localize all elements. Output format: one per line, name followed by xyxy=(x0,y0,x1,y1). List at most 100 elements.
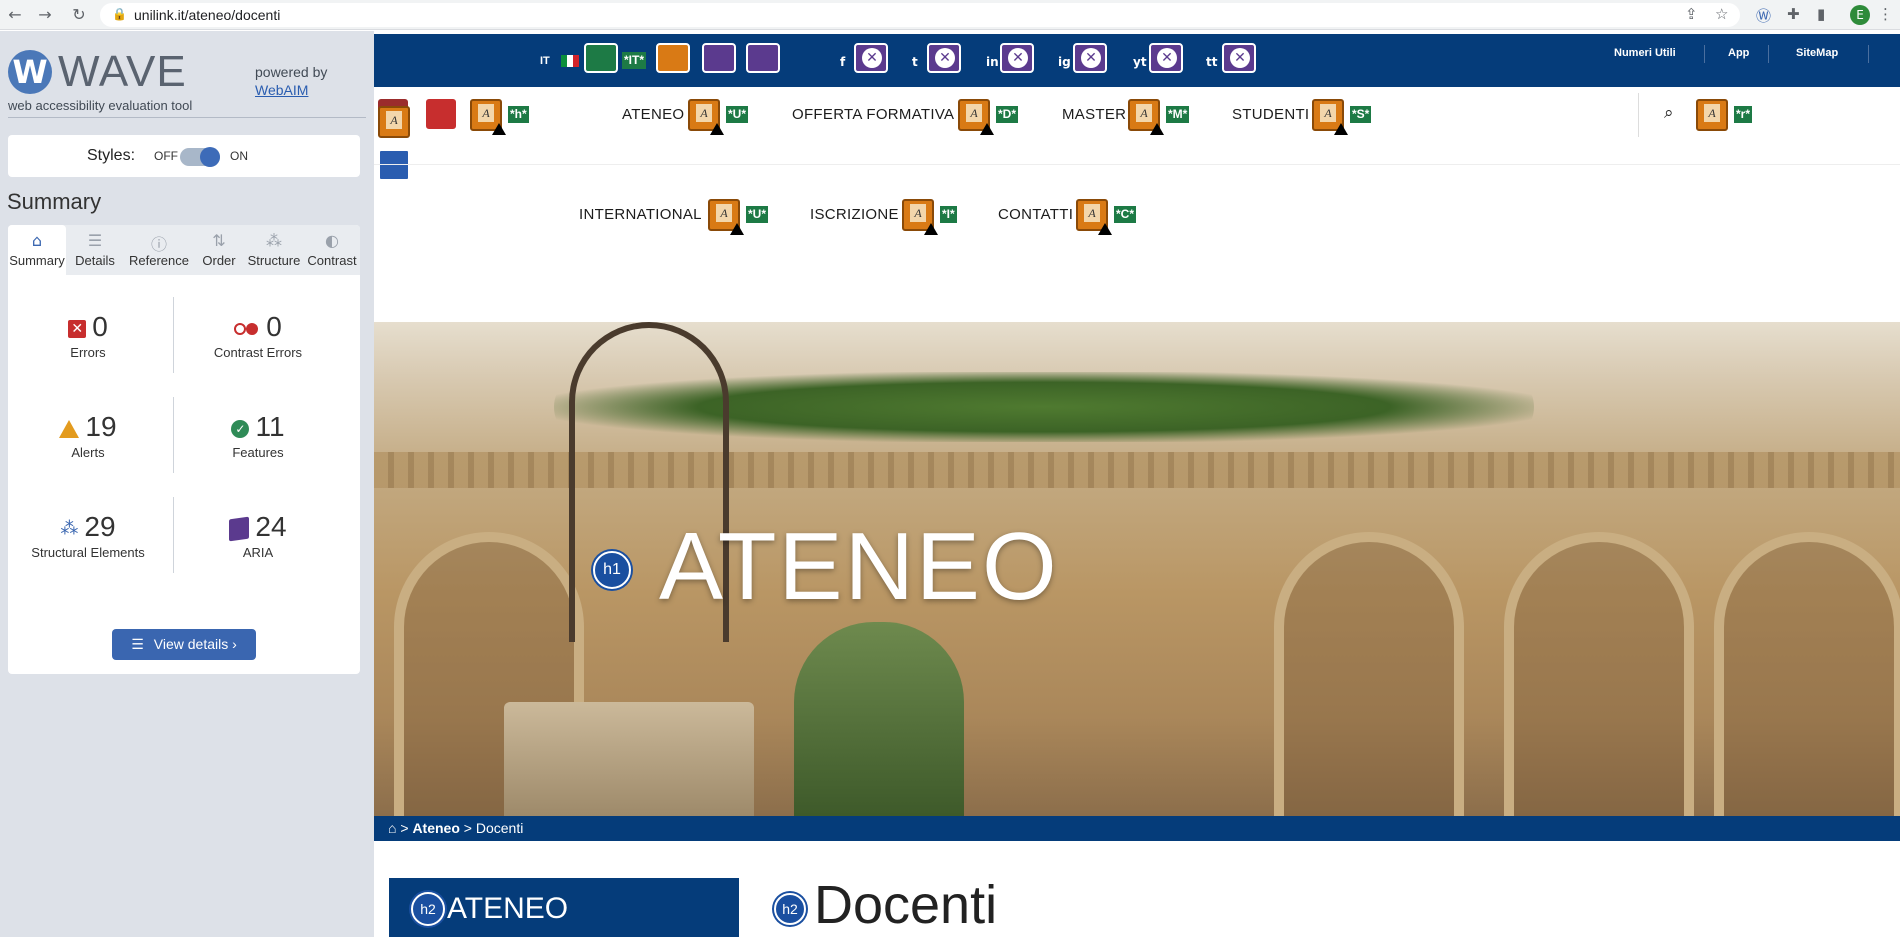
nav-offerta-formativa[interactable]: OFFERTA FORMATIVA xyxy=(792,106,954,123)
nav-contatti[interactable]: CONTATTI xyxy=(998,206,1073,223)
app-link[interactable]: App xyxy=(1728,47,1749,59)
tab-reference[interactable]: ⓘ Reference xyxy=(124,225,194,275)
breadcrumb-docenti: Docenti xyxy=(475,820,524,836)
stat-contrast-errors[interactable]: 0 Contrast Errors xyxy=(178,311,338,360)
wave-aria-icon[interactable]: ✕ xyxy=(1149,43,1183,73)
divider xyxy=(173,297,174,373)
contrast-errors-label: Contrast Errors xyxy=(213,345,303,360)
warning-icon xyxy=(730,223,744,235)
nav-master[interactable]: MASTER xyxy=(1062,106,1126,123)
close-icon: ✕ xyxy=(1081,48,1101,68)
home-icon[interactable]: ⌂ xyxy=(388,820,396,836)
instagram-icon[interactable]: ig xyxy=(1058,55,1071,69)
hero-garden xyxy=(794,622,964,816)
errors-count: 0 xyxy=(92,311,108,342)
wave-alert-icon[interactable]: A xyxy=(902,199,938,235)
stat-errors[interactable]: ✕ 0 Errors xyxy=(8,311,168,360)
wave-aria-icon[interactable]: ✕ xyxy=(1222,43,1256,73)
youtube-icon[interactable]: yt xyxy=(1133,55,1147,69)
reload-icon[interactable]: ↻ xyxy=(68,4,90,26)
linkedin-icon[interactable]: in xyxy=(986,55,999,69)
wave-alert-icon[interactable]: A xyxy=(1076,199,1112,235)
nav-tag: *I* xyxy=(940,206,957,223)
bookmark-star-icon[interactable]: ☆ xyxy=(1715,5,1728,23)
wave-alert-icon[interactable] xyxy=(656,43,690,73)
address-bar[interactable]: 🔒 unilink.it/ateneo/docenti xyxy=(100,3,1740,27)
wave-aria-icon[interactable]: ✕ xyxy=(854,43,888,73)
structural-label: Structural Elements xyxy=(31,545,145,560)
tiktok-icon[interactable]: tt xyxy=(1206,55,1217,69)
nav-studenti[interactable]: STUDENTI xyxy=(1232,106,1309,123)
alert-a-glyph: A xyxy=(1084,204,1100,222)
view-details-button[interactable]: ☰ View details › xyxy=(112,629,256,660)
forward-icon[interactable]: → xyxy=(34,4,56,26)
twitter-icon[interactable]: t xyxy=(912,55,918,69)
warning-icon xyxy=(492,123,506,135)
wave-alert-icon[interactable]: A xyxy=(1312,99,1348,135)
back-icon[interactable]: ← xyxy=(4,4,26,26)
alert-a-glyph: A xyxy=(1136,104,1152,122)
wave-alert-icon[interactable]: A xyxy=(688,99,724,135)
search-icon[interactable]: ⌕ xyxy=(1664,103,1674,123)
styles-toggle-switch[interactable] xyxy=(180,147,220,167)
webaim-link[interactable]: WebAIM xyxy=(255,82,308,98)
wave-aria-icon[interactable]: ✕ xyxy=(927,43,961,73)
wave-alert-icon[interactable]: A xyxy=(1696,99,1728,131)
nav-tag: *C* xyxy=(1114,206,1137,223)
italy-flag-icon[interactable] xyxy=(561,55,579,67)
wave-alert-icon[interactable]: A xyxy=(708,199,744,235)
wave-alert-icon[interactable]: A xyxy=(1128,99,1164,135)
wave-image-feature-icon[interactable] xyxy=(584,43,618,73)
hero-arch xyxy=(1274,532,1464,816)
wave-structure-icon[interactable] xyxy=(378,149,410,181)
wave-aria-icon[interactable] xyxy=(746,43,780,73)
alert-a-glyph: A xyxy=(910,204,926,222)
h2-badge[interactable]: h2 xyxy=(774,893,806,925)
stat-features[interactable]: ✓ 11 Features xyxy=(178,411,338,460)
wave-aria-icon[interactable] xyxy=(702,43,736,73)
wave-aria-icon[interactable]: ✕ xyxy=(1000,43,1034,73)
tab-details[interactable]: ☰ Details xyxy=(66,225,124,275)
h1-badge[interactable]: h1 xyxy=(593,551,631,589)
tab-summary[interactable]: ⌂ Summary xyxy=(8,225,66,275)
toggle-knob xyxy=(200,147,220,167)
numeri-utili-link[interactable]: Numeri Utili xyxy=(1614,47,1676,59)
aria-count: 24 xyxy=(255,511,287,542)
extensions-icon[interactable]: ✚ xyxy=(1787,5,1800,23)
wave-alert-icon[interactable]: A xyxy=(958,99,994,135)
stat-structural[interactable]: ⁂ 29 Structural Elements xyxy=(8,511,168,560)
stat-alerts[interactable]: 19 Alerts xyxy=(8,411,168,460)
wave-alert-icon[interactable]: A xyxy=(378,106,410,138)
h2-badge[interactable]: h2 xyxy=(411,892,445,926)
wave-extension-icon[interactable]: Ⓦ xyxy=(1756,5,1771,26)
share-icon[interactable]: ⇪ xyxy=(1685,5,1698,23)
nav-international[interactable]: INTERNATIONAL xyxy=(579,206,702,223)
sitemap-link[interactable]: SiteMap xyxy=(1796,47,1838,59)
tab-label: Contrast xyxy=(307,253,357,268)
language-code[interactable]: IT xyxy=(540,55,550,67)
nav-iscrizione[interactable]: ISCRIZIONE xyxy=(810,206,899,223)
url-text[interactable]: unilink.it/ateneo/docenti xyxy=(134,7,280,23)
side-panel-icon[interactable]: ▮ xyxy=(1817,5,1825,23)
stat-aria[interactable]: 24 ARIA xyxy=(178,511,338,560)
wave-aria-icon[interactable]: ✕ xyxy=(1073,43,1107,73)
facebook-icon[interactable]: f xyxy=(840,55,845,69)
tab-structure[interactable]: ⁂ Structure xyxy=(244,225,304,275)
alert-a-glyph: A xyxy=(1704,104,1720,122)
warning-icon xyxy=(1098,223,1112,235)
error-icon: ✕ xyxy=(68,319,87,338)
wave-logo-text: WAVE xyxy=(58,47,187,96)
wave-tabs: ⌂ Summary ☰ Details ⓘ Reference ⇅ Order ⁂ Str… xyxy=(8,225,360,275)
tab-order[interactable]: ⇅ Order xyxy=(194,225,244,275)
warning-icon xyxy=(980,123,994,135)
nav-ateneo[interactable]: ATENEO xyxy=(622,106,684,123)
breadcrumb-ateneo[interactable]: Ateneo xyxy=(412,820,459,836)
menu-kebab-icon[interactable]: ⋮ xyxy=(1878,5,1893,23)
tab-contrast[interactable]: ◐ Contrast xyxy=(304,225,360,275)
wave-error-icon[interactable] xyxy=(426,99,456,129)
site-topbar: IT *IT* f ✕ t ✕ in ✕ ig ✕ yt ✕ tt ✕ Nume… xyxy=(374,34,1900,87)
profile-avatar[interactable]: E xyxy=(1850,5,1870,25)
wave-alert-icon[interactable]: A xyxy=(470,99,506,135)
info-icon: ⓘ xyxy=(150,235,167,254)
summary-panel: ⌂ Summary ☰ Details ⓘ Reference ⇅ Order ⁂ Str… xyxy=(8,225,360,674)
